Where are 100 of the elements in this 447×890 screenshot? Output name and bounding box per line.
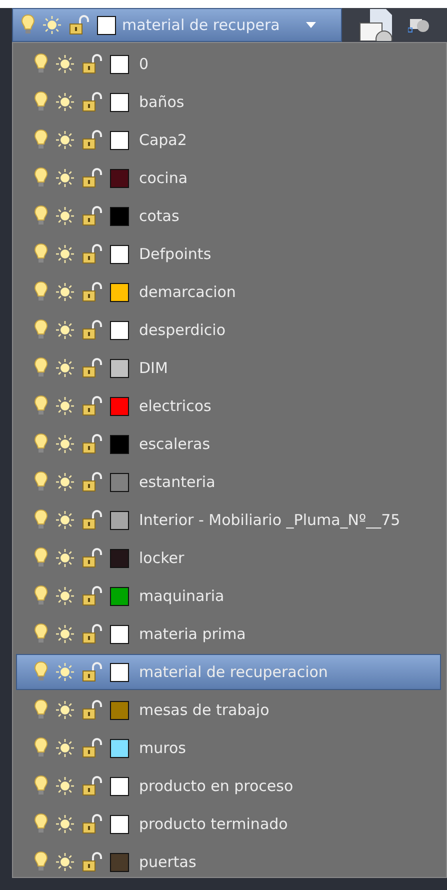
layer-row[interactable]: materia prima xyxy=(16,616,441,652)
sun-icon[interactable] xyxy=(54,661,76,683)
lightbulb-icon[interactable] xyxy=(34,851,48,873)
layer-row[interactable]: electricos xyxy=(16,388,441,424)
layer-name: 0 xyxy=(139,55,149,73)
layer-row[interactable]: cotas xyxy=(16,198,441,234)
layer-row[interactable]: producto en proceso xyxy=(16,768,441,804)
lightbulb-icon[interactable] xyxy=(34,623,48,645)
sun-icon[interactable] xyxy=(54,623,76,645)
sun-icon[interactable] xyxy=(54,813,76,835)
unlocked-padlock-icon[interactable] xyxy=(82,244,104,264)
layer-row[interactable]: estanteria xyxy=(16,464,441,500)
layer-row[interactable]: puertas xyxy=(16,844,441,880)
layer-name: mesas de trabajo xyxy=(139,701,270,719)
layer-row[interactable]: material de recuperacion xyxy=(16,654,441,690)
unlocked-padlock-icon[interactable] xyxy=(82,852,104,872)
sun-icon[interactable] xyxy=(54,509,76,531)
lightbulb-icon[interactable] xyxy=(34,471,48,493)
layer-row[interactable]: producto terminado xyxy=(16,806,441,842)
layer-row[interactable]: Capa2 xyxy=(16,122,441,158)
layer-dropdown[interactable]: material de recupera xyxy=(12,8,342,42)
sun-icon[interactable] xyxy=(54,433,76,455)
layer-row[interactable]: demarcacion xyxy=(16,274,441,310)
unlocked-padlock-icon[interactable] xyxy=(82,282,104,302)
sun-icon[interactable] xyxy=(41,14,63,36)
lightbulb-icon[interactable] xyxy=(34,91,48,113)
unlocked-padlock-icon[interactable] xyxy=(82,320,104,340)
unlocked-padlock-icon[interactable] xyxy=(82,548,104,568)
sun-icon[interactable] xyxy=(54,281,76,303)
sun-icon[interactable] xyxy=(54,91,76,113)
unlocked-padlock-icon[interactable] xyxy=(82,738,104,758)
layer-row[interactable]: muros xyxy=(16,730,441,766)
unlocked-padlock-icon[interactable] xyxy=(82,700,104,720)
lightbulb-icon[interactable] xyxy=(34,775,48,797)
sun-icon[interactable] xyxy=(54,167,76,189)
layer-row[interactable]: mesas de trabajo xyxy=(16,692,441,728)
unlocked-padlock-icon[interactable] xyxy=(82,472,104,492)
unlocked-padlock-icon[interactable] xyxy=(82,624,104,644)
unlocked-padlock-icon[interactable] xyxy=(69,15,91,35)
lightbulb-icon[interactable] xyxy=(34,547,48,569)
lightbulb-icon[interactable] xyxy=(34,813,48,835)
unlocked-padlock-icon[interactable] xyxy=(82,168,104,188)
layer-row[interactable]: locker xyxy=(16,540,441,576)
sun-icon[interactable] xyxy=(54,775,76,797)
layer-row[interactable]: Defpoints xyxy=(16,236,441,272)
lightbulb-icon[interactable] xyxy=(34,53,48,75)
lightbulb-icon[interactable] xyxy=(34,737,48,759)
lightbulb-icon[interactable] xyxy=(34,433,48,455)
layer-row[interactable]: DIM xyxy=(16,350,441,386)
unlocked-padlock-icon[interactable] xyxy=(82,776,104,796)
lightbulb-icon[interactable] xyxy=(34,509,48,531)
unlocked-padlock-icon[interactable] xyxy=(82,814,104,834)
unlocked-padlock-icon[interactable] xyxy=(82,130,104,150)
lightbulb-icon[interactable] xyxy=(34,699,48,721)
sun-icon[interactable] xyxy=(54,585,76,607)
layer-name: producto en proceso xyxy=(139,777,294,795)
sun-icon[interactable] xyxy=(54,737,76,759)
layer-name: puertas xyxy=(139,853,196,871)
sun-icon[interactable] xyxy=(54,471,76,493)
lightbulb-icon[interactable] xyxy=(34,357,48,379)
sun-icon[interactable] xyxy=(54,243,76,265)
sun-icon[interactable] xyxy=(54,851,76,873)
layer-row[interactable]: escaleras xyxy=(16,426,441,462)
layer-row[interactable]: baños xyxy=(16,84,441,120)
lightbulb-icon[interactable] xyxy=(34,167,48,189)
layer-row[interactable]: 0 xyxy=(16,46,441,82)
unlocked-padlock-icon[interactable] xyxy=(82,510,104,530)
unlocked-padlock-icon[interactable] xyxy=(82,206,104,226)
sun-icon[interactable] xyxy=(54,547,76,569)
layer-row[interactable]: Interior - Mobiliario _Pluma_Nº__75 xyxy=(16,502,441,538)
lightbulb-icon[interactable] xyxy=(34,243,48,265)
sun-icon[interactable] xyxy=(54,395,76,417)
unlocked-padlock-icon[interactable] xyxy=(82,586,104,606)
layer-name: Defpoints xyxy=(139,245,212,263)
layer-row[interactable]: maquinaria xyxy=(16,578,441,614)
lightbulb-icon[interactable] xyxy=(34,395,48,417)
lightbulb-icon[interactable] xyxy=(34,319,48,341)
layer-name: baños xyxy=(139,93,184,111)
sun-icon[interactable] xyxy=(54,53,76,75)
unlocked-padlock-icon[interactable] xyxy=(82,434,104,454)
unlocked-padlock-icon[interactable] xyxy=(82,92,104,112)
sun-icon[interactable] xyxy=(54,699,76,721)
unlocked-padlock-icon[interactable] xyxy=(82,662,104,682)
sun-icon[interactable] xyxy=(54,319,76,341)
layer-name: cotas xyxy=(139,207,180,225)
unlocked-padlock-icon[interactable] xyxy=(82,396,104,416)
layer-row[interactable]: desperdicio xyxy=(16,312,441,348)
layer-row[interactable]: cocina xyxy=(16,160,441,196)
caret-icon[interactable] xyxy=(306,22,316,28)
lightbulb-icon[interactable] xyxy=(21,14,35,36)
unlocked-padlock-icon[interactable] xyxy=(82,358,104,378)
lightbulb-icon[interactable] xyxy=(34,661,48,683)
sun-icon[interactable] xyxy=(54,129,76,151)
sun-icon[interactable] xyxy=(54,205,76,227)
sun-icon[interactable] xyxy=(54,357,76,379)
lightbulb-icon[interactable] xyxy=(34,585,48,607)
lightbulb-icon[interactable] xyxy=(34,129,48,151)
lightbulb-icon[interactable] xyxy=(34,281,48,303)
lightbulb-icon[interactable] xyxy=(34,205,48,227)
unlocked-padlock-icon[interactable] xyxy=(82,54,104,74)
